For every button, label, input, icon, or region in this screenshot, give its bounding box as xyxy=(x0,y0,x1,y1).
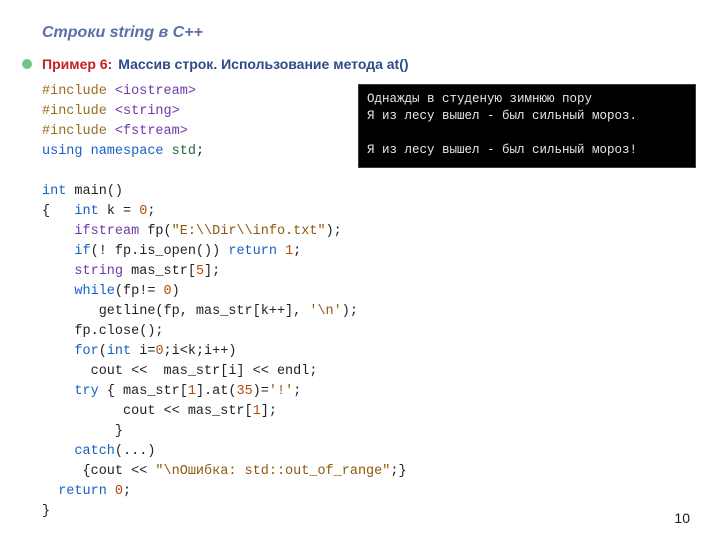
code-token: cout << mas_str[i] << endl; xyxy=(42,364,317,379)
code-token: (...) xyxy=(115,444,156,459)
code-token: 0 xyxy=(155,344,163,359)
code-token: <string> xyxy=(115,104,180,119)
code-line: ifstream fp("E:\\Dir\\info.txt"); xyxy=(42,222,696,242)
code-token: getline(fp, mas_str[k++], xyxy=(42,304,309,319)
page-title: Строки string в С++ xyxy=(42,24,696,42)
code-token: "E:\\Dir\\info.txt" xyxy=(172,224,326,239)
example-text: Массив строк. Использование метода at() xyxy=(118,56,408,72)
code-token: #include xyxy=(42,84,115,99)
code-token: ); xyxy=(342,304,358,319)
code-token: 0 xyxy=(115,484,123,499)
code-token: 1 xyxy=(285,244,293,259)
code-token: {cout << xyxy=(42,464,155,479)
code-token: "\nОшибка: std::out_of_range" xyxy=(155,464,390,479)
code-line: int main() xyxy=(42,182,696,202)
code-token: int xyxy=(107,344,139,359)
code-token: using namespace xyxy=(42,144,172,159)
code-line: for(int i=0;i<k;i++) xyxy=(42,342,696,362)
page-number: 10 xyxy=(674,510,690,526)
code-token: main xyxy=(74,184,106,199)
code-token: () xyxy=(107,184,123,199)
code-token: ;} xyxy=(390,464,406,479)
code-token xyxy=(42,484,58,499)
code-line: try { mas_str[1].at(35)='!'; xyxy=(42,382,696,402)
code-token: ; xyxy=(147,204,155,219)
code-line: fp.close(); xyxy=(42,322,696,342)
code-token: 1 xyxy=(188,384,196,399)
code-token: 0 xyxy=(164,284,172,299)
code-line: cout << mas_str[i] << endl; xyxy=(42,362,696,382)
code-line: cout << mas_str[1]; xyxy=(42,402,696,422)
code-line: catch(...) xyxy=(42,442,696,462)
code-token: k = xyxy=(107,204,139,219)
code-line: return 0; xyxy=(42,482,696,502)
code-token: string xyxy=(74,264,123,279)
code-token: 1 xyxy=(253,404,261,419)
code-token: int xyxy=(42,184,74,199)
code-token: '\n' xyxy=(309,304,341,319)
code-token: ].at( xyxy=(196,384,237,399)
code-token: ]; xyxy=(204,264,220,279)
code-token: ; xyxy=(123,484,131,499)
code-token: cout << mas_str[ xyxy=(42,404,253,419)
code-token: fp( xyxy=(139,224,171,239)
code-token: ); xyxy=(326,224,342,239)
code-token: (! fp.is_open()) xyxy=(91,244,229,259)
code-line: while(fp!= 0) xyxy=(42,282,696,302)
code-token: #include xyxy=(42,124,115,139)
code-token: ifstream xyxy=(74,224,139,239)
code-token: return xyxy=(228,244,285,259)
code-token: ; xyxy=(293,384,301,399)
program-output: Однажды в студеную зимнюю пору Я из лесу… xyxy=(358,84,696,168)
code-token: for xyxy=(74,344,98,359)
code-token: if xyxy=(74,244,90,259)
code-line: { int k = 0; xyxy=(42,202,696,222)
code-token: fp.close(); xyxy=(42,324,164,339)
code-token: '!' xyxy=(269,384,293,399)
code-line: string mas_str[5]; xyxy=(42,262,696,282)
code-token: ; xyxy=(196,144,204,159)
code-token: catch xyxy=(74,444,115,459)
code-token: } xyxy=(42,504,50,519)
code-line: getline(fp, mas_str[k++], '\n'); xyxy=(42,302,696,322)
code-token: i= xyxy=(139,344,155,359)
code-token: ) xyxy=(172,284,180,299)
code-token xyxy=(42,264,74,279)
code-token: } xyxy=(42,424,123,439)
code-line: if(! fp.is_open()) return 1; xyxy=(42,242,696,262)
subtitle-row: Пример 6: Массив строк. Использование ме… xyxy=(22,56,696,72)
code-token: ; xyxy=(293,244,301,259)
code-token: int xyxy=(74,204,106,219)
code-token: std xyxy=(172,144,196,159)
code-token: while xyxy=(74,284,115,299)
code-token: ]; xyxy=(261,404,277,419)
code-token: (fp!= xyxy=(115,284,164,299)
code-token: ;i<k;i++) xyxy=(164,344,237,359)
code-token: { xyxy=(42,204,74,219)
code-token xyxy=(42,224,74,239)
example-label: Пример 6: xyxy=(42,56,112,72)
code-token xyxy=(42,344,74,359)
code-line: } xyxy=(42,422,696,442)
code-token: <iostream> xyxy=(115,84,196,99)
code-token xyxy=(42,244,74,259)
code-token xyxy=(42,444,74,459)
slide: Строки string в С++ Пример 6: Массив стр… xyxy=(0,0,720,540)
code-token: )= xyxy=(253,384,269,399)
code-token: { mas_str[ xyxy=(99,384,188,399)
code-token xyxy=(42,384,74,399)
code-token: return xyxy=(58,484,115,499)
bullet-icon xyxy=(22,59,32,69)
code-token: 35 xyxy=(236,384,252,399)
code-token: <fstream> xyxy=(115,124,188,139)
code-token xyxy=(42,284,74,299)
code-token: 5 xyxy=(196,264,204,279)
code-line: } xyxy=(42,502,696,522)
code-token: #include xyxy=(42,104,115,119)
code-token: mas_str[ xyxy=(123,264,196,279)
code-token: try xyxy=(74,384,98,399)
code-line: {cout << "\nОшибка: std::out_of_range";} xyxy=(42,462,696,482)
code-token: ( xyxy=(99,344,107,359)
